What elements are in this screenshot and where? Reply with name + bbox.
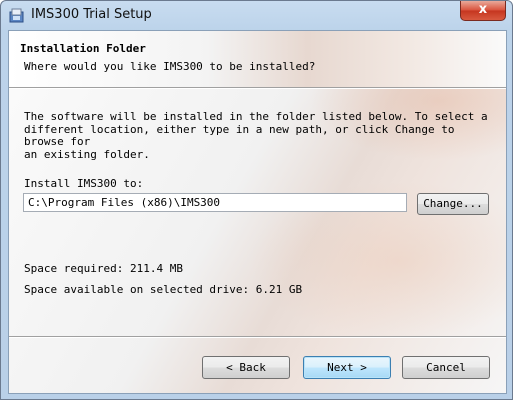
title-bar[interactable]: IMS300 Trial Setup x — [1, 1, 512, 30]
install-location-label: Install IMS300 to: — [24, 177, 144, 190]
next-button[interactable]: Next > — [303, 356, 391, 379]
install-path-field[interactable] — [23, 193, 407, 212]
dialog-client: Installation Folder Where would you like… — [8, 30, 507, 394]
footer-divider — [9, 336, 506, 338]
setup-window: IMS300 Trial Setup x Installation Folder… — [0, 0, 513, 400]
header-divider — [9, 87, 506, 89]
space-available-text: Space available on selected drive: 6.21 … — [24, 283, 303, 296]
installer-icon — [9, 8, 25, 23]
close-button[interactable]: x — [460, 1, 506, 21]
header-banner: Installation Folder Where would you like… — [9, 31, 506, 88]
description-text: The software will be installed in the fo… — [24, 110, 488, 161]
page-subtitle: Where would you like IMS300 to be instal… — [24, 60, 316, 73]
space-required-text: Space required: 211.4 MB — [24, 262, 183, 275]
change-button[interactable]: Change... — [417, 193, 489, 215]
close-icon: x — [478, 2, 488, 17]
back-button[interactable]: < Back — [202, 356, 290, 379]
window-title: IMS300 Trial Setup — [31, 7, 152, 22]
page-title: Installation Folder — [20, 42, 146, 55]
cancel-button[interactable]: Cancel — [402, 356, 490, 379]
